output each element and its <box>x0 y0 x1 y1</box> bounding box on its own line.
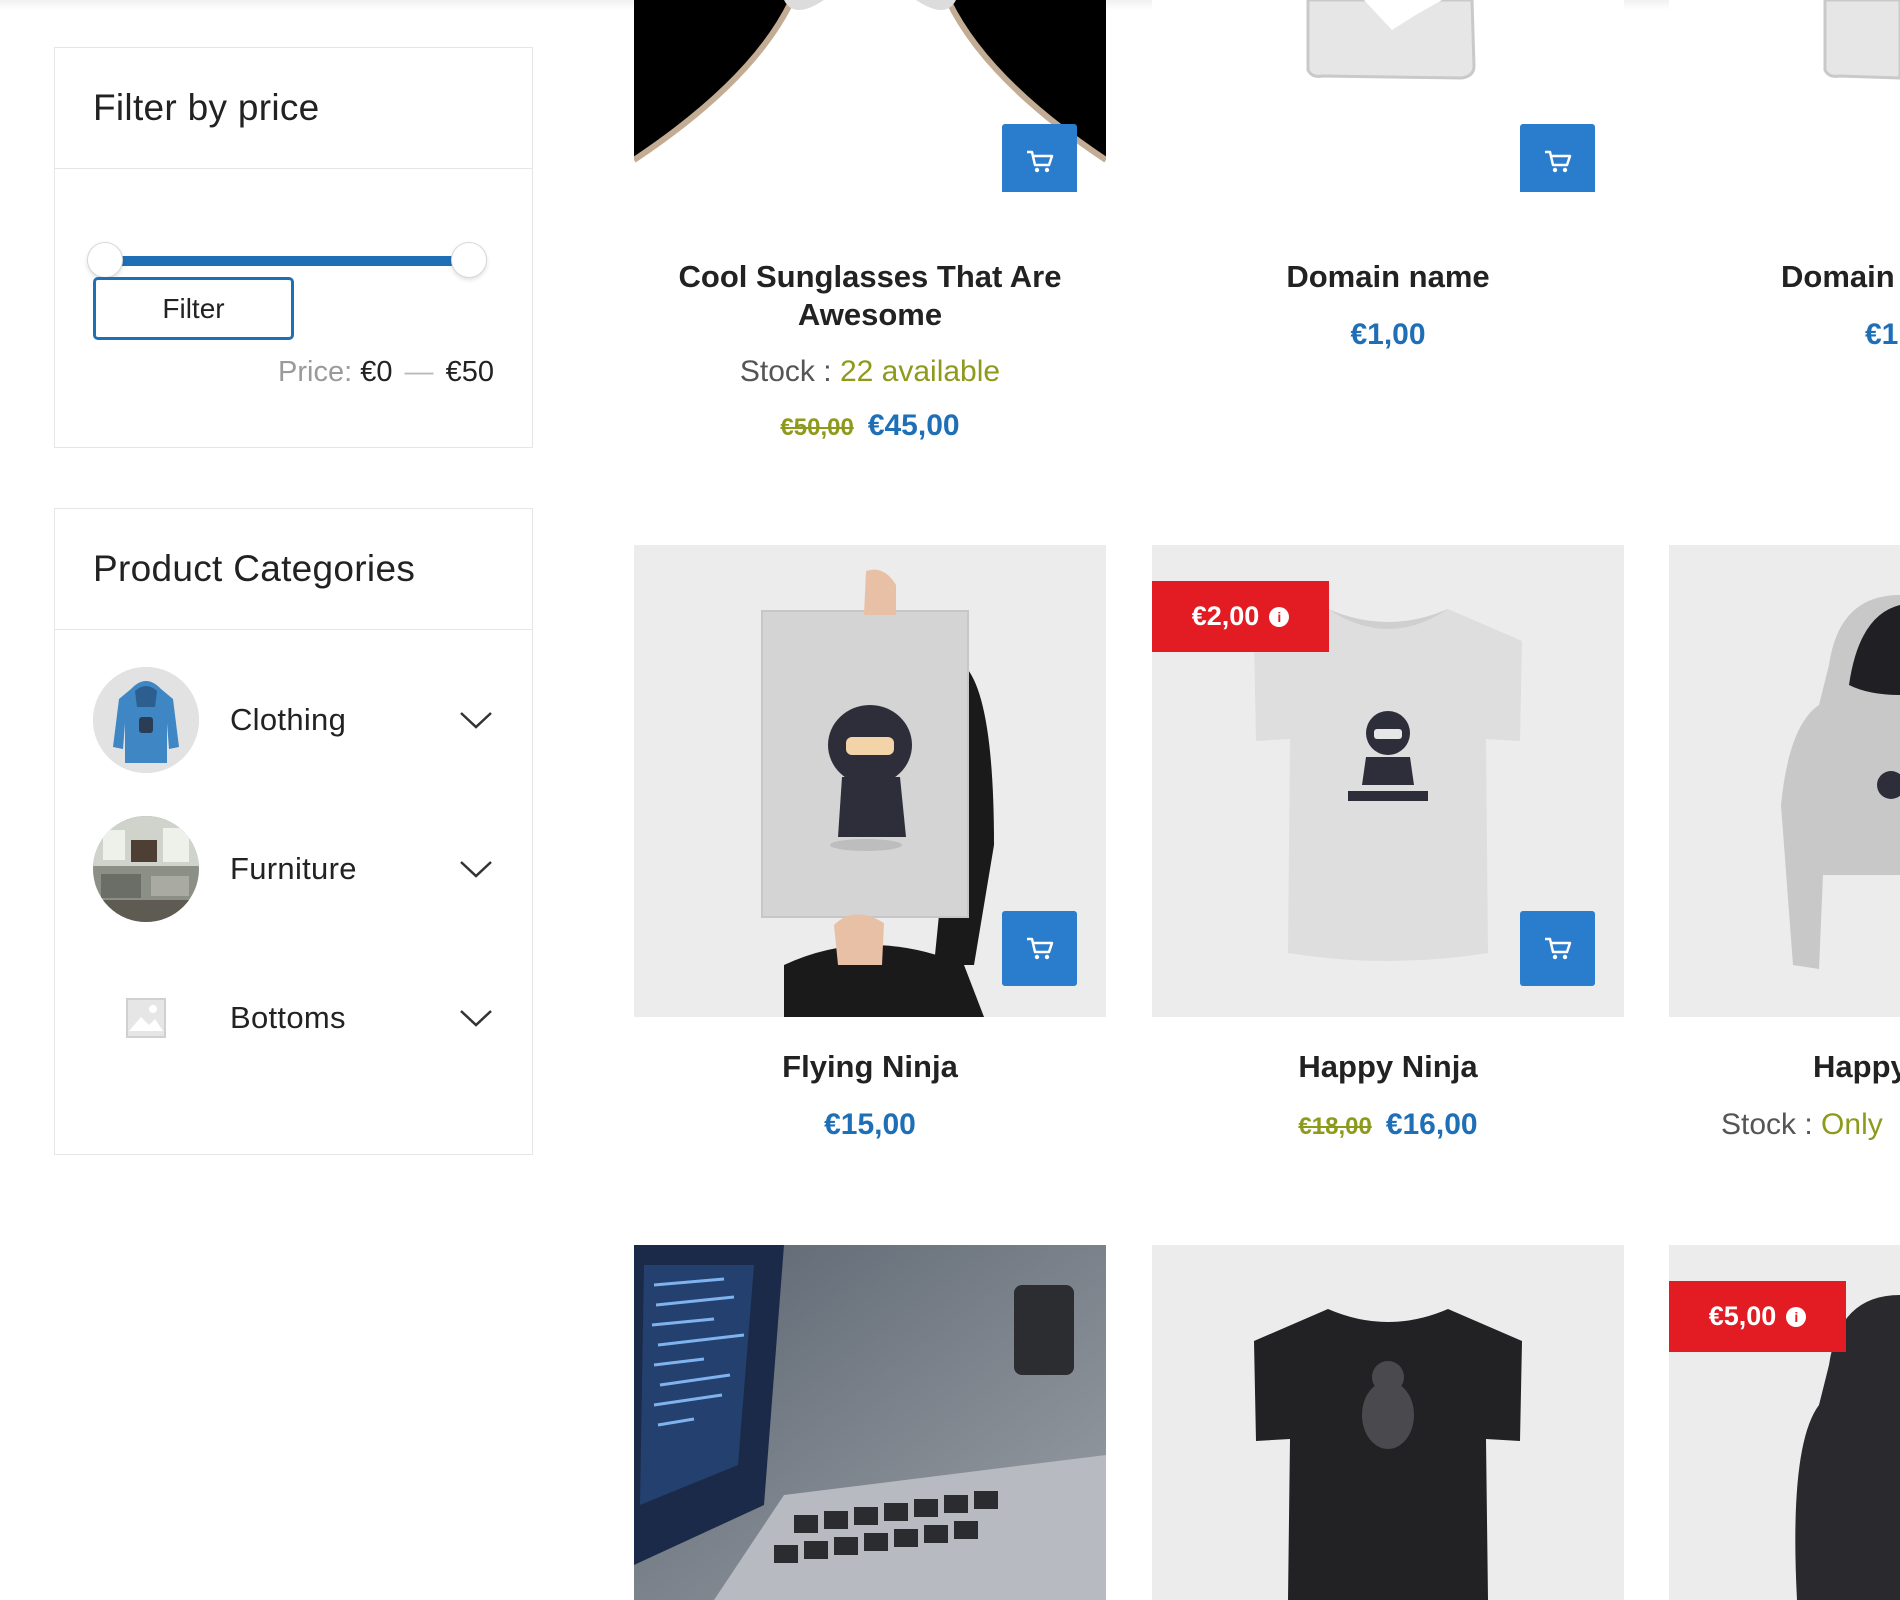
price-prefix: Price: <box>278 356 353 388</box>
product-price: €1,00 <box>1152 318 1624 352</box>
product-image[interactable]: €2,00 i <box>1152 545 1624 1017</box>
category-thumb-furniture[interactable] <box>93 816 199 922</box>
category-thumb-bottoms[interactable] <box>93 965 199 1071</box>
hoodie-image <box>93 667 199 773</box>
product-price: €1 <box>1865 318 1898 352</box>
product-price: €18,00 €16,00 <box>1152 1108 1624 1142</box>
categories-title: Product Categories <box>93 548 416 589</box>
laptop-image <box>634 1245 1106 1600</box>
slider-max-handle[interactable] <box>451 242 487 278</box>
old-price: €50,00 <box>780 414 854 441</box>
stock-prefix: Stock : <box>739 355 832 388</box>
categories-header: Product Categories <box>55 509 532 630</box>
current-price: €16,00 <box>1385 1108 1478 1141</box>
product-title[interactable]: Cool Sunglasses That Are Awesome <box>634 258 1106 334</box>
sale-amount: €2,00 <box>1191 601 1260 631</box>
sale-amount: €5,00 <box>1708 1301 1777 1331</box>
stock-value: 22 available <box>839 355 1001 388</box>
product-categories-widget: Product Categories Clothing Furniture Bo… <box>54 508 533 1155</box>
cart-icon <box>1026 150 1053 172</box>
sale-badge: €5,00 i <box>1669 1281 1846 1352</box>
price-range-label: Price: €0 — €50 <box>278 356 494 389</box>
add-to-cart-button[interactable] <box>1002 124 1077 192</box>
product-image[interactable] <box>1669 0 1900 192</box>
category-label: Clothing <box>230 702 347 737</box>
tshirt-image <box>1152 1245 1624 1600</box>
hoodie-image <box>1669 545 1900 1017</box>
product-title[interactable]: Happy Ninja <box>1152 1048 1624 1086</box>
image-placeholder-icon <box>126 998 166 1038</box>
product-title[interactable]: Domain <box>1781 258 1895 296</box>
slider-range <box>105 256 469 266</box>
product-image[interactable] <box>1152 1245 1624 1600</box>
product-image[interactable] <box>634 545 1106 1017</box>
chevron-down-icon[interactable] <box>459 710 493 730</box>
category-label: Bottoms <box>230 1000 346 1035</box>
price-filter-header: Filter by price <box>55 48 532 169</box>
cart-icon <box>1544 937 1571 959</box>
sale-badge: €2,00 i <box>1152 581 1329 652</box>
cart-icon <box>1026 937 1053 959</box>
add-to-cart-button[interactable] <box>1002 911 1077 986</box>
info-icon[interactable]: i <box>1786 1306 1807 1327</box>
cart-icon <box>1544 150 1571 172</box>
old-price: €18,00 <box>1298 1113 1372 1140</box>
price-filter-title: Filter by price <box>93 87 320 128</box>
category-item-bottoms[interactable]: Bottoms <box>93 965 495 1071</box>
filter-button[interactable]: Filter <box>93 277 294 340</box>
product-title[interactable]: Happy <box>1813 1048 1900 1086</box>
slider-min-handle[interactable] <box>87 242 123 278</box>
product-image[interactable] <box>1152 0 1624 192</box>
info-icon[interactable]: i <box>1269 606 1290 627</box>
current-price: €45,00 <box>867 409 960 442</box>
product-price: €50,00 €45,00 <box>634 409 1106 443</box>
chevron-down-icon[interactable] <box>459 1008 493 1028</box>
product-image[interactable]: €5,00 i <box>1669 1245 1900 1600</box>
price-filter-widget: Filter by price Filter Price: €0 — €50 <box>54 47 533 448</box>
add-to-cart-button[interactable] <box>1520 911 1595 986</box>
current-price: €1 <box>1865 318 1899 351</box>
current-price: €15,00 <box>824 1108 916 1141</box>
product-stock: Stock : 22 available <box>634 355 1106 389</box>
product-stock: Stock : Only <box>1721 1108 1883 1142</box>
product-price: €15,00 <box>634 1108 1106 1142</box>
price-separator: — <box>404 356 434 388</box>
product-image[interactable] <box>634 0 1106 192</box>
category-item-clothing[interactable]: Clothing <box>93 667 495 773</box>
price-max: €50 <box>445 356 494 388</box>
price-min: €0 <box>360 356 393 388</box>
category-thumb-clothing[interactable] <box>93 667 199 773</box>
image-placeholder-icon <box>1823 0 1900 80</box>
add-to-cart-button[interactable] <box>1520 124 1595 192</box>
product-title[interactable]: Flying Ninja <box>634 1048 1106 1086</box>
stock-prefix: Stock : <box>1721 1108 1813 1141</box>
product-image[interactable] <box>1669 545 1900 1017</box>
category-item-furniture[interactable]: Furniture <box>93 816 495 922</box>
current-price: €1,00 <box>1350 318 1426 351</box>
product-title[interactable]: Domain name <box>1152 258 1624 296</box>
product-image[interactable] <box>634 1245 1106 1600</box>
stock-value: Only <box>1821 1108 1883 1141</box>
category-label: Furniture <box>230 851 357 886</box>
chevron-down-icon[interactable] <box>459 859 493 879</box>
furniture-image <box>93 816 199 922</box>
price-range-slider[interactable] <box>87 240 487 280</box>
